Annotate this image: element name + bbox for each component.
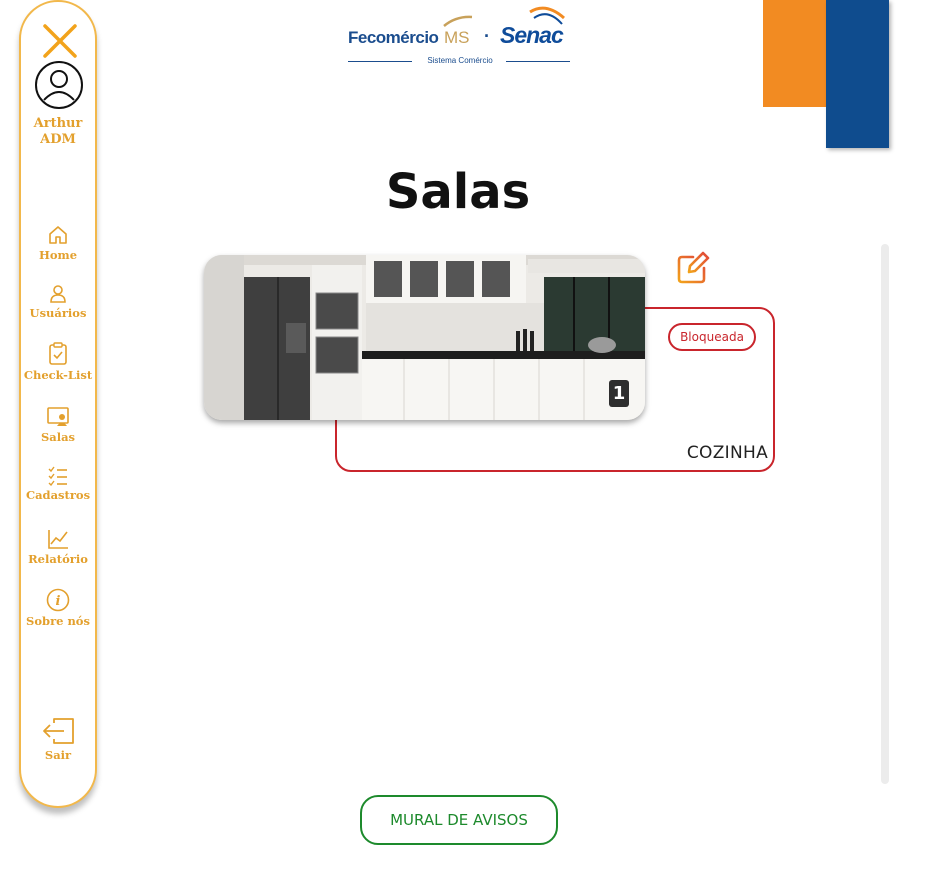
logo-divider: [506, 61, 570, 62]
room-count-badge: 1: [609, 380, 629, 407]
sidebar-item-check-list[interactable]: Check-List: [21, 342, 95, 382]
room-name: COZINHA: [686, 443, 768, 463]
logo-brand-ms: MS: [444, 28, 470, 47]
status-badge: Bloqueada: [668, 323, 756, 351]
scrollbar[interactable]: [881, 244, 889, 784]
home-icon: [49, 226, 67, 244]
close-icon: [43, 24, 77, 58]
clipboard-check-icon: [49, 342, 67, 365]
close-menu-button[interactable]: [41, 22, 79, 60]
logo-tagline: Sistema Comércio: [427, 56, 493, 65]
logout-label: Sair: [44, 748, 72, 762]
logo-brand-fecomercio: Fecomércio: [348, 28, 439, 47]
classroom-icon: [47, 407, 69, 426]
user-icon: [50, 285, 66, 303]
mural-de-avisos-button[interactable]: MURAL DE AVISOS: [360, 795, 558, 845]
page-title: Salas: [385, 164, 531, 220]
logout-icon: [43, 718, 74, 744]
sidebar-item-label: Sobre nós: [26, 614, 90, 628]
sidebar-item-label: Cadastros: [25, 488, 91, 502]
list-check-icon: [48, 466, 67, 486]
sidebar-item-cadastros[interactable]: Cadastros: [21, 466, 95, 502]
sidebar-item-home[interactable]: Home: [21, 224, 95, 262]
logo-swoosh-icon: [443, 15, 473, 27]
sidebar-item-label: Home: [38, 248, 78, 262]
sidebar-item-sobre-nos[interactable]: i Sobre nós: [21, 588, 95, 628]
chart-line-icon: [48, 530, 68, 549]
kitchen-photo-icon: [204, 255, 645, 420]
logo-separator: ·: [484, 26, 490, 46]
info-icon: i: [46, 588, 70, 612]
logo-divider: [348, 61, 412, 62]
sidebar-item-label: Check-List: [23, 368, 93, 382]
room-image[interactable]: [204, 255, 645, 420]
sidebar-item-label: Usuários: [29, 306, 87, 320]
decorative-orange-block: [763, 0, 829, 107]
avatar[interactable]: [34, 60, 84, 110]
svg-text:i: i: [56, 594, 61, 609]
sidebar-item-salas[interactable]: Salas: [21, 406, 95, 444]
decorative-blue-block: [826, 0, 889, 148]
sidebar: Arthur ADM Home Usuários Check-List Sala…: [19, 0, 97, 808]
edit-icon: [677, 251, 710, 284]
sidebar-item-relatorio[interactable]: Relatório: [21, 528, 95, 566]
sidebar-item-label: Relatório: [28, 552, 88, 566]
fecomercio-senac-logo: Fecomércio MS · Senac Sistema Comércio: [348, 4, 570, 68]
sidebar-item-usuarios[interactable]: Usuários: [21, 284, 95, 320]
sidebar-item-label: Salas: [40, 430, 76, 444]
user-name: Arthur ADM: [33, 116, 83, 147]
logout-button[interactable]: Sair: [21, 716, 95, 762]
logo-brand-senac: Senac: [500, 22, 564, 48]
edit-room-button[interactable]: [675, 250, 711, 286]
senac-arc-icon: [529, 6, 565, 25]
user-circle-icon: [35, 61, 83, 109]
